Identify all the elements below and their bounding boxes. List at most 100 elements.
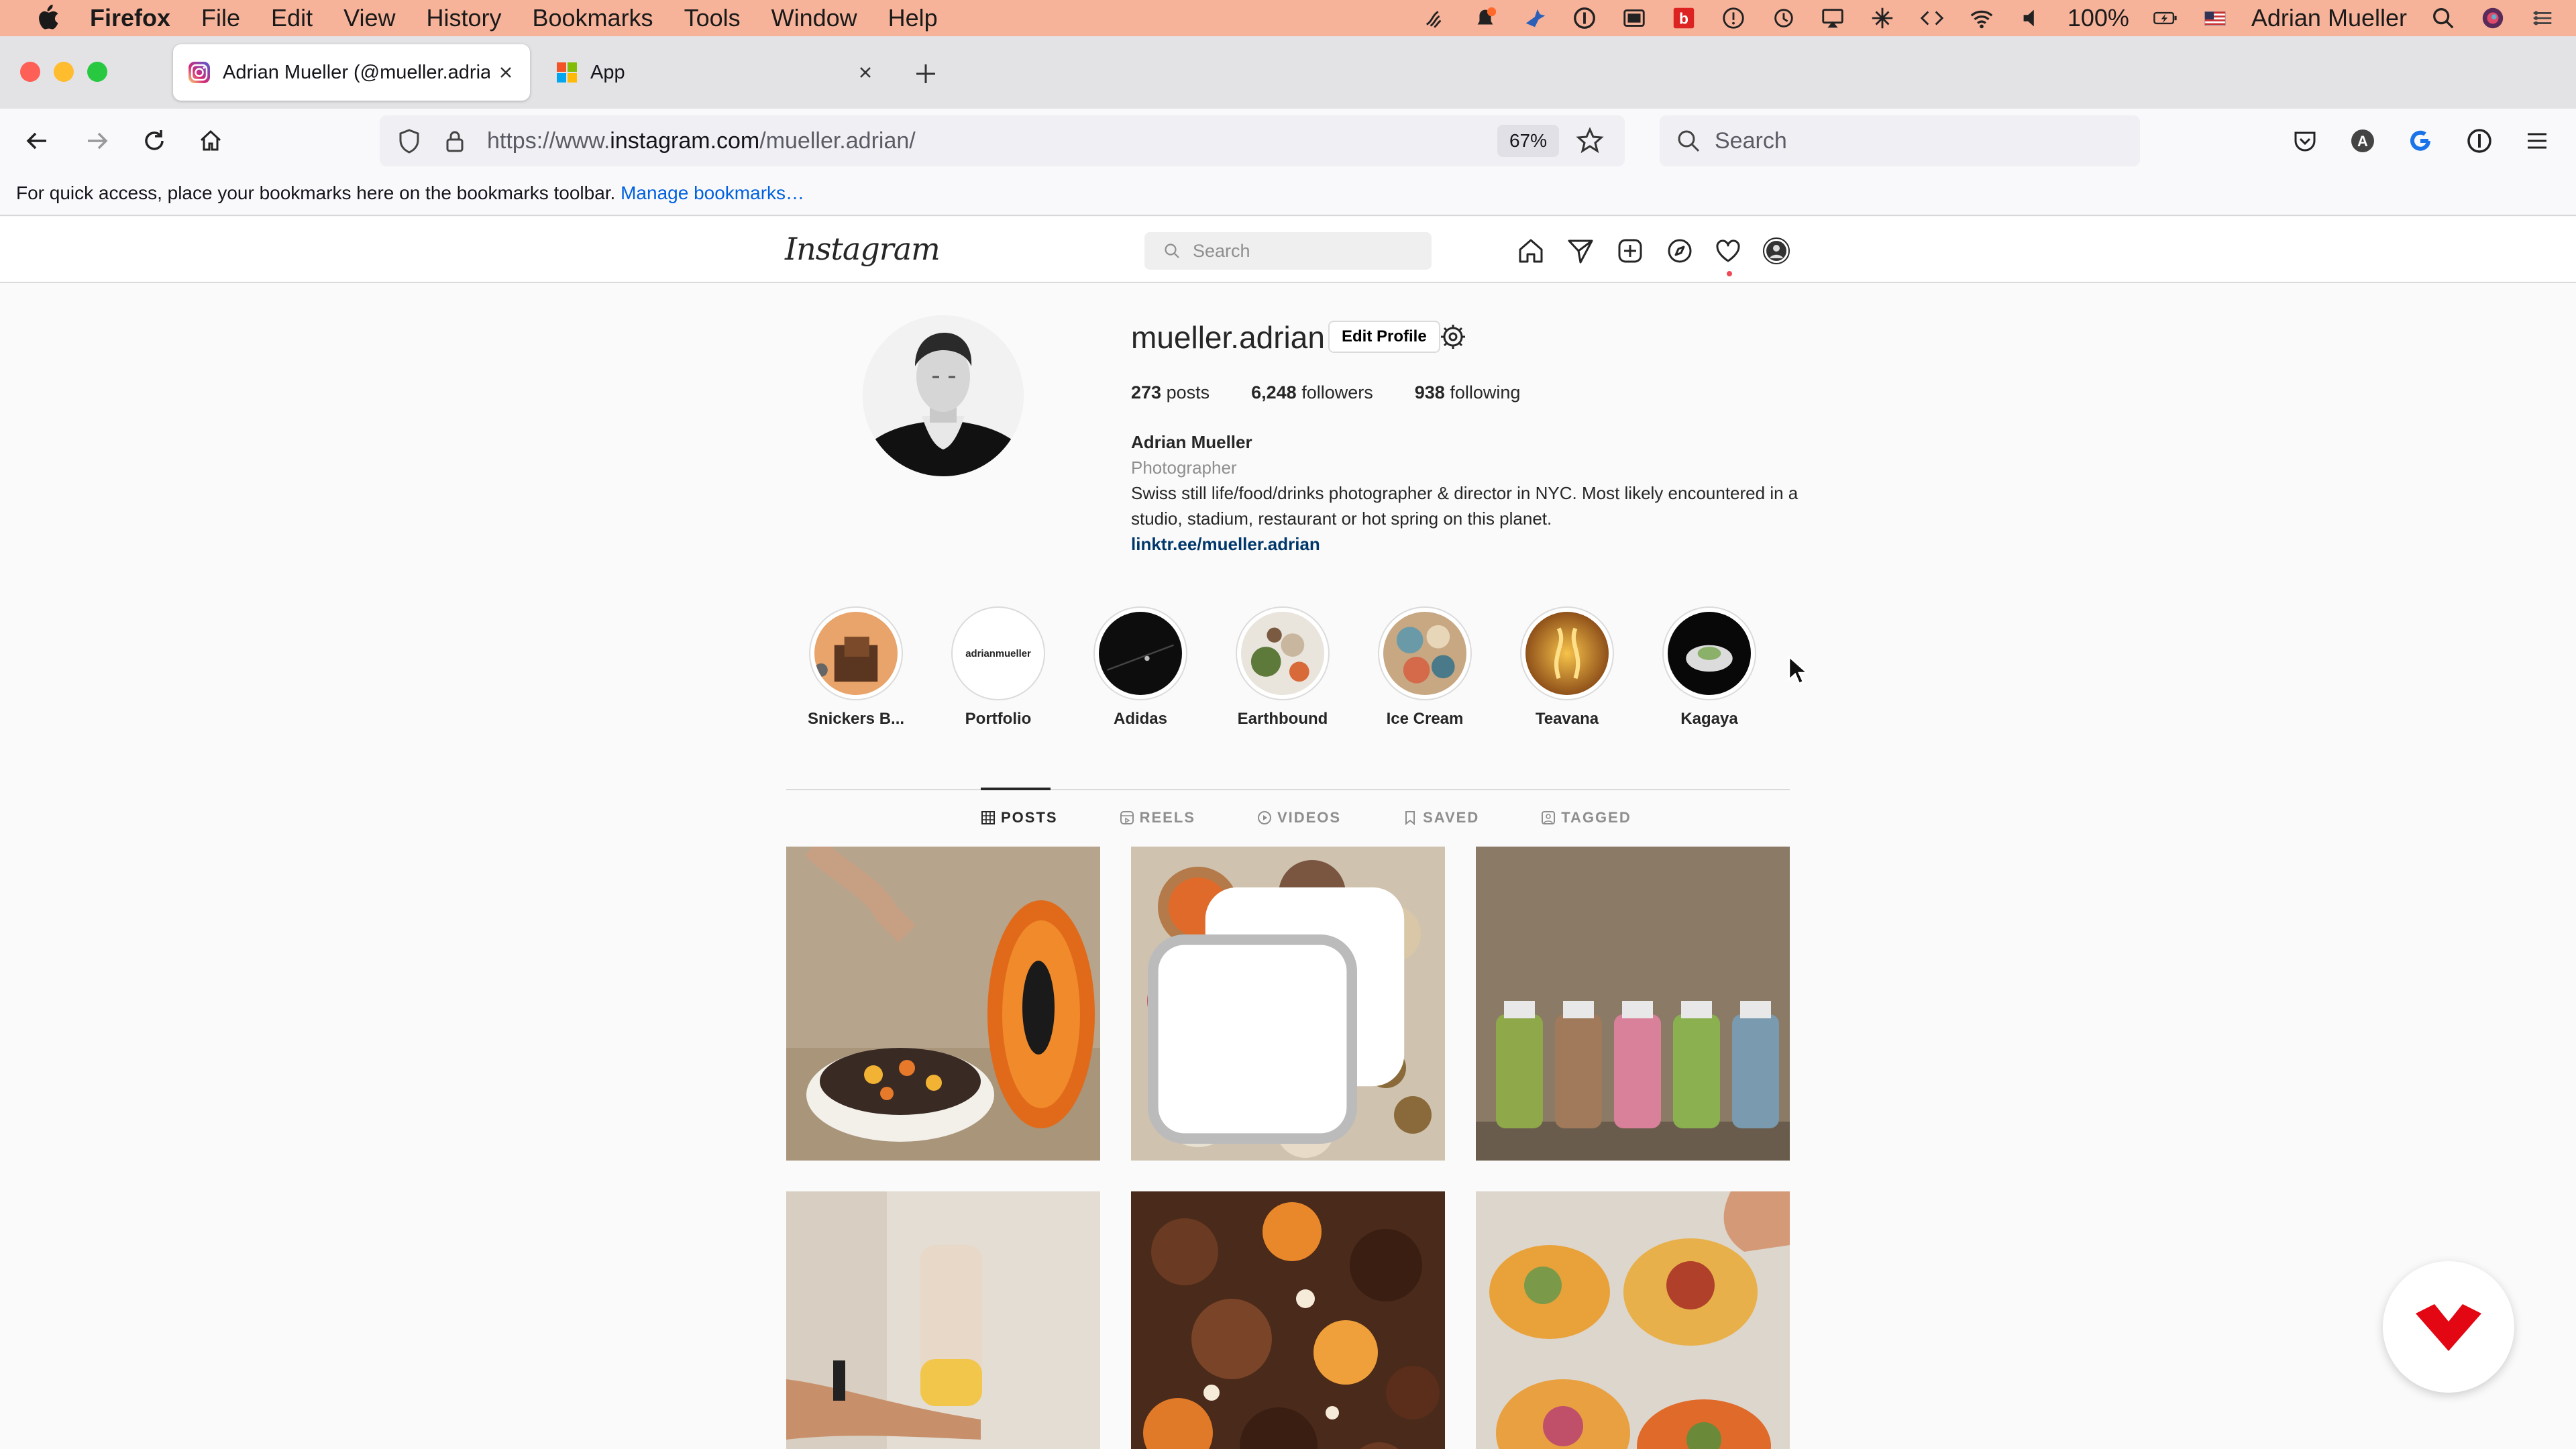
- wave-icon[interactable]: [1422, 5, 1449, 32]
- tag-person-icon: [1542, 811, 1556, 824]
- pocket-button[interactable]: [2288, 123, 2322, 158]
- post-tile[interactable]: [786, 1191, 1100, 1449]
- tab-reels[interactable]: REELS: [1120, 809, 1195, 826]
- highlight-thumbnail: [1668, 612, 1751, 695]
- highlight-ring: adrianmueller: [951, 606, 1045, 700]
- stat-followers[interactable]: 6,248 followers: [1251, 382, 1373, 403]
- close-window-button[interactable]: [20, 62, 40, 82]
- forward-button[interactable]: [79, 123, 114, 158]
- highlight-adidas[interactable]: Adidas: [1069, 606, 1212, 729]
- tab-posts[interactable]: POSTS: [981, 809, 1058, 826]
- nav-profile-button[interactable]: [1760, 235, 1792, 267]
- menu-app-name[interactable]: Firefox: [90, 4, 170, 32]
- alert-icon[interactable]: [1720, 5, 1747, 32]
- bookmark-star-icon[interactable]: [1575, 126, 1605, 156]
- stat-following[interactable]: 938 following: [1415, 382, 1521, 403]
- account-button[interactable]: A: [2345, 123, 2380, 158]
- tab-videos[interactable]: VIDEOS: [1257, 809, 1341, 826]
- tab-app[interactable]: App: [541, 44, 890, 101]
- highlight-portfolio[interactable]: adrianmueller Portfolio: [927, 606, 1069, 729]
- menu-history[interactable]: History: [426, 4, 501, 32]
- instagram-search-input[interactable]: Search: [1144, 232, 1432, 270]
- app-menu-button[interactable]: [2520, 123, 2555, 158]
- back-button[interactable]: [20, 123, 55, 158]
- profile-external-link[interactable]: linktr.ee/mueller.adrian: [1131, 531, 1802, 557]
- highlight-ice-cream[interactable]: Ice Cream: [1354, 606, 1496, 729]
- spotlight-search-icon[interactable]: [2430, 5, 2457, 32]
- post-tile[interactable]: [786, 847, 1100, 1161]
- apple-icon[interactable]: [34, 3, 60, 33]
- network-icon[interactable]: [1869, 5, 1896, 32]
- new-tab-plus-icon[interactable]: [912, 60, 939, 87]
- menu-edit[interactable]: Edit: [271, 4, 313, 32]
- time-machine-icon[interactable]: [1770, 5, 1796, 32]
- menu-view[interactable]: View: [343, 4, 395, 32]
- menu-help[interactable]: Help: [888, 4, 938, 32]
- url-bar[interactable]: https://www.instagram.com/mueller.adrian…: [380, 115, 1625, 166]
- airplay-icon[interactable]: [1819, 5, 1846, 32]
- instagram-logo[interactable]: Instagram: [785, 231, 941, 267]
- bird-icon[interactable]: [1521, 5, 1548, 32]
- close-icon[interactable]: [496, 63, 515, 82]
- zoom-level-button[interactable]: 67%: [1497, 125, 1559, 157]
- menu-tools[interactable]: Tools: [684, 4, 741, 32]
- heart-icon: [1716, 239, 1740, 262]
- reload-button[interactable]: [137, 123, 172, 158]
- menu-window[interactable]: Window: [771, 4, 857, 32]
- wifi-icon[interactable]: [1968, 5, 1995, 32]
- tab-saved[interactable]: SAVED: [1403, 809, 1479, 826]
- profile-avatar[interactable]: [863, 315, 1024, 476]
- lock-icon[interactable]: [441, 127, 468, 154]
- browser-search-input[interactable]: Search: [1660, 115, 2140, 166]
- tab-instagram[interactable]: Adrian Mueller (@mueller.adrian: [173, 44, 530, 101]
- highlight-teavana[interactable]: Teavana: [1496, 606, 1638, 729]
- settings-gear-icon[interactable]: [1438, 322, 1468, 352]
- menu-bookmarks[interactable]: Bookmarks: [533, 4, 653, 32]
- minimize-window-button[interactable]: [54, 62, 74, 82]
- highlight-earthbound[interactable]: Earthbound: [1212, 606, 1354, 729]
- nav-home-button[interactable]: [1515, 235, 1547, 267]
- flag-icon[interactable]: [2202, 5, 2229, 32]
- code-icon[interactable]: [1919, 5, 1945, 32]
- fullscreen-window-button[interactable]: [87, 62, 107, 82]
- menubar-user-name[interactable]: Adrian Mueller: [2251, 4, 2407, 32]
- tab-tagged[interactable]: TAGGED: [1541, 809, 1631, 826]
- shield-icon[interactable]: [396, 127, 423, 154]
- post-tile[interactable]: [1476, 847, 1790, 1161]
- stat-posts[interactable]: 273 posts: [1131, 382, 1210, 403]
- manage-bookmarks-link[interactable]: Manage bookmarks…: [621, 182, 804, 203]
- home-icon: [200, 129, 221, 151]
- notification-icon[interactable]: [1472, 5, 1499, 32]
- home-button[interactable]: [193, 123, 228, 158]
- 1password-button[interactable]: [2462, 123, 2497, 158]
- post-tile[interactable]: [1131, 1191, 1445, 1449]
- control-center-icon[interactable]: [2529, 5, 2556, 32]
- password-manager-icon[interactable]: [1571, 5, 1598, 32]
- profile-tabs: POSTS REELS VIDEOS SAVED TAGGED: [981, 809, 1631, 826]
- play-circle-icon: [1257, 811, 1271, 824]
- volume-icon[interactable]: [2018, 5, 2045, 32]
- nav-direct-button[interactable]: [1564, 235, 1597, 267]
- nav-activity-button[interactable]: [1712, 235, 1744, 267]
- edit-profile-button[interactable]: Edit Profile: [1328, 321, 1440, 353]
- nav-explore-button[interactable]: [1664, 235, 1696, 267]
- floating-brand-button[interactable]: [2383, 1261, 2514, 1393]
- highlight-label: Kagaya: [1680, 710, 1738, 728]
- profile-bio-text: Swiss still life/food/drinks photographe…: [1131, 483, 1799, 529]
- profile-bio: Adrian Mueller Photographer Swiss still …: [1131, 429, 1802, 557]
- display-icon[interactable]: [1621, 5, 1648, 32]
- highlight-kagaya[interactable]: Kagaya: [1638, 606, 1780, 729]
- url-text[interactable]: https://www.instagram.com/mueller.adrian…: [487, 128, 1497, 154]
- extension-button[interactable]: [2403, 123, 2438, 158]
- battery-icon[interactable]: [2152, 5, 2179, 32]
- highlight-label: Earthbound: [1237, 710, 1328, 728]
- nav-new-post-button[interactable]: [1614, 235, 1646, 267]
- siri-icon[interactable]: [2479, 5, 2506, 32]
- grid-icon: [557, 62, 577, 83]
- bitdefender-icon[interactable]: b: [1670, 5, 1697, 32]
- post-tile[interactable]: [1476, 1191, 1790, 1449]
- menu-file[interactable]: File: [201, 4, 240, 32]
- post-tile[interactable]: [1131, 847, 1445, 1161]
- highlight-snickers[interactable]: Snickers B...: [785, 606, 927, 729]
- close-icon[interactable]: [856, 63, 875, 82]
